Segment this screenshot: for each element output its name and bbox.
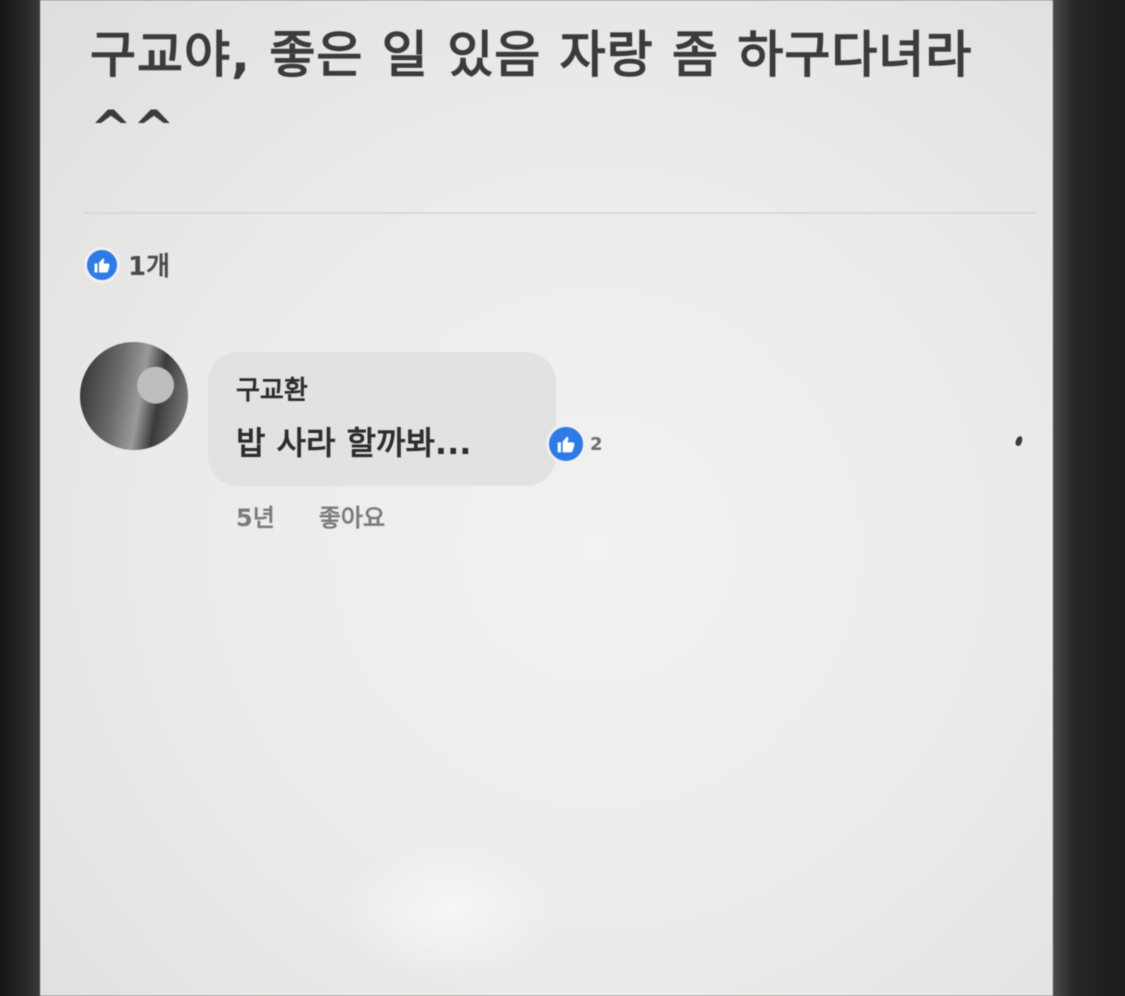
comment-timestamp: 5년 (236, 504, 275, 532)
comment-meta: 5년 좋아요 (236, 498, 385, 533)
like-button[interactable]: 좋아요 (319, 498, 385, 533)
screen: 구교야, 좋은 일 있음 자랑 좀 하구다녀라^^ 1개 구교환 밥 사라 할까… (40, 0, 1053, 996)
post-text: 구교야, 좋은 일 있음 자랑 좀 하구다녀라^^ (90, 26, 973, 158)
comment-reaction-count: 2 (590, 433, 603, 455)
thumbs-up-icon (546, 424, 586, 464)
phone-bezel-left (0, 0, 40, 996)
phone-bezel-right (1053, 0, 1125, 996)
reaction-count: 1개 (128, 252, 171, 282)
thumbs-up-icon (84, 246, 120, 283)
comment-author[interactable]: 구교환 (236, 370, 308, 407)
avatar[interactable] (80, 342, 188, 450)
post-reactions[interactable]: 1개 (84, 246, 170, 283)
comment-bubble[interactable]: 구교환 밥 사라 할까봐... (208, 352, 556, 486)
divider (85, 212, 1035, 214)
screen-glare (340, 840, 560, 980)
screen-speck (1014, 435, 1024, 447)
comment-reactions[interactable]: 2 (546, 424, 603, 464)
comment-body: 밥 사라 할까봐... (236, 424, 472, 462)
